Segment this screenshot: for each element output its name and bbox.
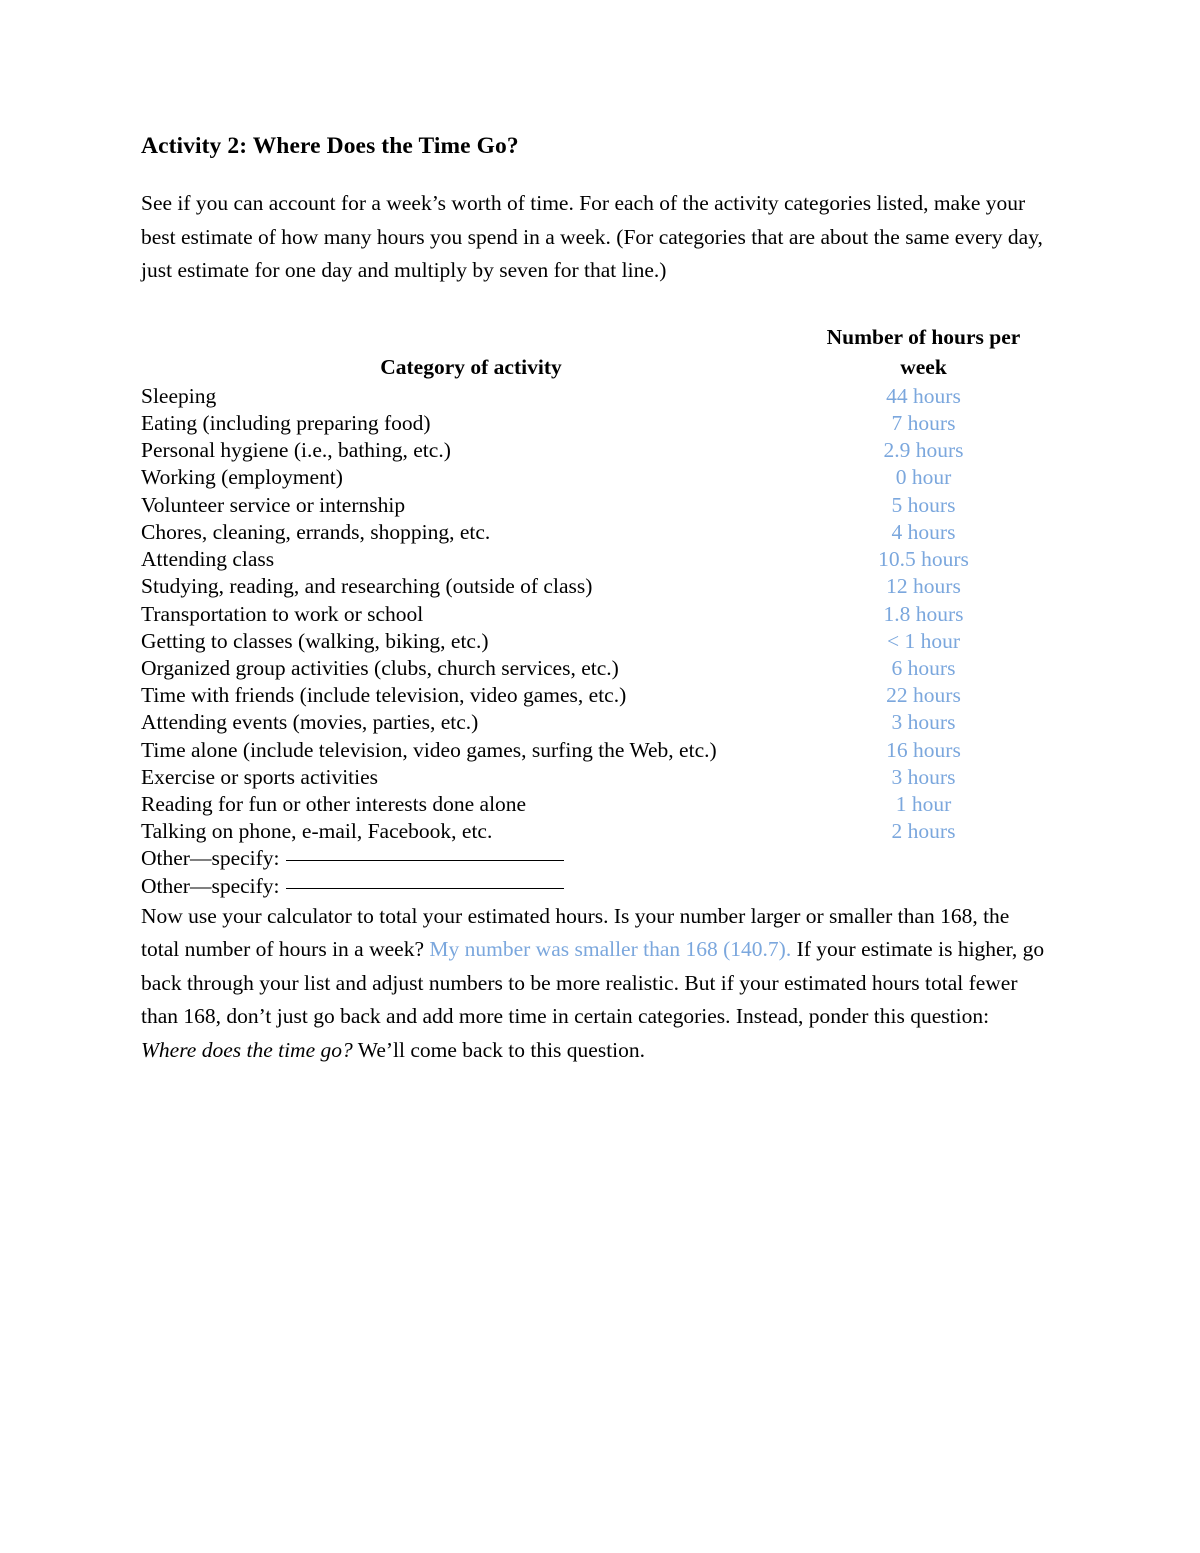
other-specify-label: Other—specify: [141,846,280,871]
table-row: Time alone (include television, video ga… [141,737,1046,764]
other-hours-value[interactable] [801,845,1046,872]
activity-hours-value: < 1 hour [886,628,961,653]
table-row: Talking on phone, e-mail, Facebook, etc.… [141,818,1046,845]
activity-label: Time alone (include television, video ga… [141,737,717,762]
activity-hours-value: 3 hours [891,764,956,789]
other-specify-label: Other—specify: [141,873,280,898]
activity-hours-value: 12 hours [886,574,961,599]
table-row: Chores, cleaning, errands, shopping, etc… [141,519,1046,546]
table-row: Volunteer service or internship 5 hours [141,492,1046,519]
activity-hours-value: 5 hours [891,492,956,517]
activity-label: Volunteer service or internship [141,492,406,517]
activity-hours-value: 6 hours [891,655,956,680]
intro-paragraph: See if you can account for a week’s wort… [141,191,1043,283]
other-specify-blank-field[interactable] [285,860,564,862]
other-specify-blank-field[interactable] [285,887,564,889]
activity-hours-value: 3 hours [891,710,956,735]
other-hours-value[interactable] [801,873,1046,900]
reflection-question: Where does the time go? [141,1037,353,1062]
activity-hours-value: 22 hours [886,683,961,708]
activity-label: Organized group activities (clubs, churc… [141,655,619,680]
activity-label: Eating (including preparing food) [141,411,431,436]
table-row: Reading for fun or other interests done … [141,791,1046,818]
activity-label: Personal hygiene (i.e., bathing, etc.) [141,438,451,463]
activity-hours-value: 2 hours [891,819,956,844]
page-title: Activity 2: Where Does the Time Go? [141,133,519,159]
table-row-other: Other—specify: [141,845,1046,872]
activity-hours-value: 1.8 hours [883,601,964,626]
activity-label: Chores, cleaning, errands, shopping, etc… [141,519,491,544]
table-row: Sleeping 44 hours [141,383,1046,410]
activity-hours-value: 7 hours [891,411,956,436]
table-row: Attending class 10.5 hours [141,546,1046,573]
activity-hours-value: 4 hours [891,519,956,544]
activity-hours-value: 2.9 hours [883,438,964,463]
activity-label: Reading for fun or other interests done … [141,791,527,816]
table-body: Sleeping 44 hours Eating (including prepar… [141,383,1046,900]
table-row: Eating (including preparing food) 7 hours [141,410,1046,437]
activity-label: Sleeping [141,383,217,408]
table-header-row: Category of activity Number of hours per… [141,322,1046,383]
table-row: Working (employment) 0 hour [141,464,1046,491]
table-row: Studying, reading, and researching (outs… [141,573,1046,600]
activity-label: Time with friends (include television, v… [141,683,627,708]
activity-label: Attending class [141,547,275,572]
other-specify-row: Other—specify: [141,873,801,900]
table-row: Getting to classes (walking, biking, etc… [141,628,1046,655]
table-row: Exercise or sports activities 3 hours [141,764,1046,791]
answer-text: My number was smaller than 168 (140.7). [429,937,792,962]
activity-hours-value: 44 hours [886,383,961,408]
activity-hours-value: 0 hour [895,465,952,490]
closing-text-part3: We’ll come back to this question. [352,1037,646,1062]
activity-hours-value: 16 hours [886,737,961,762]
activity-hours-value: 1 hour [895,791,952,816]
closing-paragraph: Now use your calculator to total your es… [141,900,1046,1068]
activity-label: Studying, reading, and researching (outs… [141,574,593,599]
other-specify-row: Other—specify: [141,845,801,872]
table-row: Personal hygiene (i.e., bathing, etc.) 2.… [141,437,1046,464]
document-page: Activity 2: Where Does the Time Go? See … [0,0,1200,1553]
table-row: Transportation to work or school 1.8 hour… [141,601,1046,628]
column-header-hours: Number of hours per week [826,324,1021,379]
activity-label: Transportation to work or school [141,601,424,626]
activity-label: Exercise or sports activities [141,764,379,789]
table-row: Time with friends (include television, v… [141,682,1046,709]
document-content: Activity 2: Where Does the Time Go? See … [141,132,1046,1067]
table-row: Organized group activities (clubs, churc… [141,655,1046,682]
table-row-other: Other—specify: [141,873,1046,900]
activity-label: Talking on phone, e-mail, Facebook, etc. [141,819,493,844]
activity-label: Getting to classes (walking, biking, etc… [141,628,489,653]
activity-label: Working (employment) [141,465,343,490]
table-header: Category of activity Number of hours per… [141,322,1046,383]
activity-label: Attending events (movies, parties, etc.) [141,710,479,735]
column-header-category: Category of activity [380,354,562,379]
activity-hours-table: Category of activity Number of hours per… [141,322,1046,900]
activity-hours-value: 10.5 hours [878,547,969,572]
table-row: Attending events (movies, parties, etc.)… [141,709,1046,736]
